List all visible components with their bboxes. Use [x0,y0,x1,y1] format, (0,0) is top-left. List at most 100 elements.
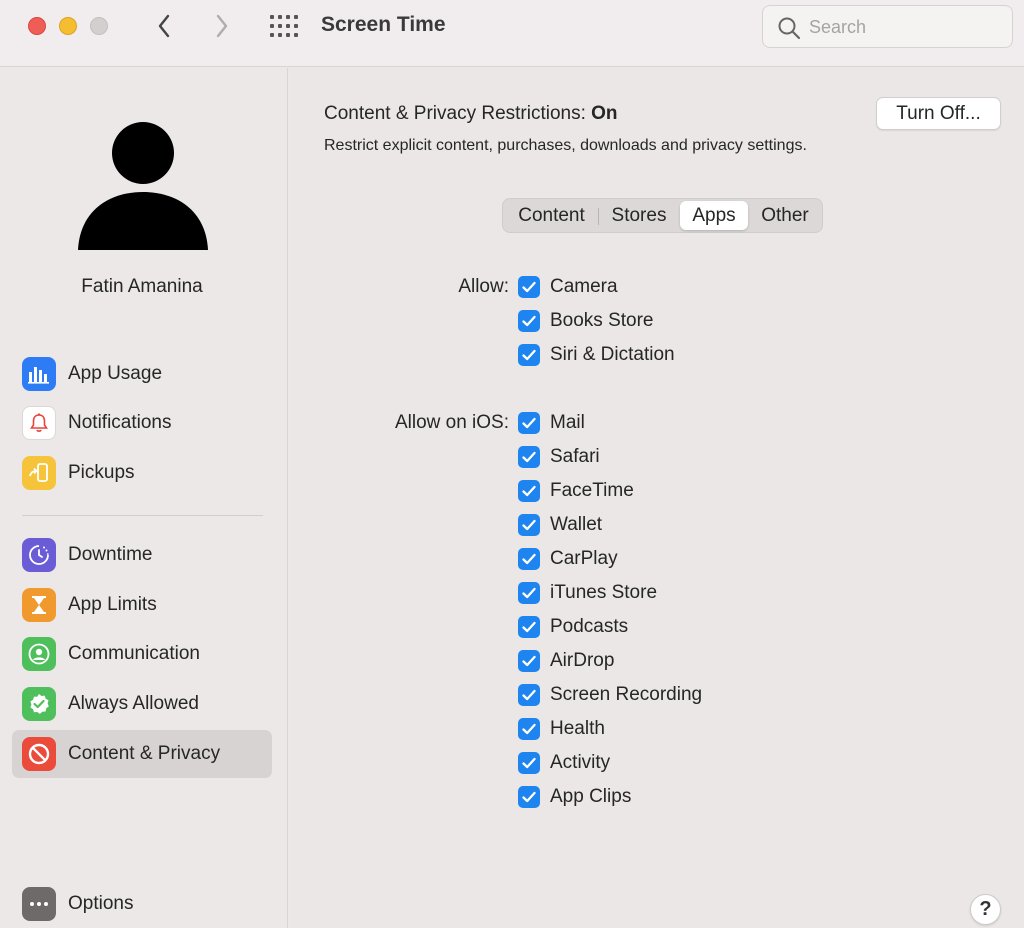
checkbox-row-facetime[interactable]: FaceTime [518,477,634,505]
checkbox-label: FaceTime [550,480,634,501]
checkbox-label: CarPlay [550,548,618,569]
checkmark-icon [522,587,536,599]
checkmark-icon [522,655,536,667]
checkmark-icon [522,791,536,803]
sidebar-item-always-allowed[interactable]: Always Allowed [12,680,272,728]
checkbox-row-camera[interactable]: Camera [518,273,618,301]
checkmark-icon [522,621,536,633]
back-button[interactable] [152,12,176,40]
checkbox-row-safari[interactable]: Safari [518,443,600,471]
checkbox[interactable] [518,344,540,366]
no-entry-icon [22,737,56,771]
checkbox-label: Mail [550,412,585,433]
checkbox[interactable] [518,446,540,468]
checkbox-label: iTunes Store [550,582,658,603]
checkbox[interactable] [518,616,540,638]
sidebar-item-downtime[interactable]: Downtime [12,531,272,579]
allow-label: Allow: [458,276,509,297]
checkbox[interactable] [518,582,540,604]
sidebar-item-pickups[interactable]: Pickups [12,449,272,497]
show-all-button[interactable] [270,15,298,37]
close-window-button[interactable] [28,17,46,35]
sidebar-item-notifications[interactable]: Notifications [12,399,272,447]
sidebar-item-app-usage[interactable]: App Usage [12,350,272,398]
sidebar: Fatin Amanina App Usage Notifications Pi… [0,68,288,928]
checkbox[interactable] [518,514,540,536]
sidebar-item-communication[interactable]: Communication [12,630,272,678]
user-name: Fatin Amanina [81,276,203,297]
sidebar-item-label: App Usage [68,363,163,384]
zoom-window-button[interactable] [90,17,108,35]
restrictions-heading: Content & Privacy Restrictions: On [324,103,618,125]
checkbox-label: App Clips [550,786,632,807]
checkbox-label: Activity [550,752,611,773]
tab-content[interactable]: Content [505,201,598,230]
checkbox-row-mail[interactable]: Mail [518,409,585,437]
checkbox[interactable] [518,650,540,672]
checkmark-icon [522,485,536,497]
checkbox[interactable] [518,684,540,706]
checkmark-icon [522,723,536,735]
restrictions-state: On [591,103,618,124]
checkmark-icon [522,315,536,327]
sidebar-item-label: Content & Privacy [68,743,221,764]
checkbox-row-app-clips[interactable]: App Clips [518,783,631,811]
tab-bar: Content Stores Apps Other [502,198,823,233]
checkbox[interactable] [518,480,540,502]
sidebar-item-label: Communication [68,643,200,664]
allow-ios-label: Allow on iOS: [394,412,509,433]
search-input[interactable] [809,14,999,40]
checkbox-row-wallet[interactable]: Wallet [518,511,602,539]
checkmark-icon [522,519,536,531]
checkbox-row-siri-and-dictation[interactable]: Siri & Dictation [518,341,675,369]
forward-button[interactable] [210,12,234,40]
checkbox[interactable] [518,548,540,570]
checkbox[interactable] [518,752,540,774]
help-button[interactable]: ? [970,894,1001,925]
checkbox-row-books-store[interactable]: Books Store [518,307,654,335]
turn-off-button[interactable]: Turn Off... [876,97,1001,130]
checkbox[interactable] [518,412,540,434]
checkbox-label: Health [550,718,605,739]
checkbox[interactable] [518,276,540,298]
sidebar-divider [22,515,263,516]
sidebar-item-label: Pickups [68,462,135,483]
tab-apps[interactable]: Apps [680,201,748,230]
phone-pickup-icon [22,456,56,490]
sidebar-item-label: Downtime [68,544,153,565]
checkbox-label: Safari [550,446,600,467]
sidebar-item-label: Notifications [68,412,172,433]
sidebar-item-label: App Limits [68,594,157,615]
checkbox-label: Podcasts [550,616,629,637]
checkbox[interactable] [518,310,540,332]
checkmark-badge-icon [22,687,56,721]
sidebar-item-content-privacy[interactable]: Content & Privacy [12,730,272,778]
person-circle-icon [22,637,56,671]
checkbox[interactable] [518,718,540,740]
checkbox-label: Wallet [550,514,603,535]
sidebar-item-app-limits[interactable]: App Limits [12,581,272,629]
tab-other[interactable]: Other [749,201,821,230]
checkbox-row-podcasts[interactable]: Podcasts [518,613,628,641]
checkbox-row-activity[interactable]: Activity [518,749,610,777]
checkmark-icon [522,281,536,293]
tab-stores[interactable]: Stores [599,201,679,230]
checkbox-label: Books Store [550,310,654,331]
hourglass-icon [22,588,56,622]
checkbox[interactable] [518,786,540,808]
bar-chart-icon [22,357,56,391]
search-field[interactable] [762,5,1013,48]
checkmark-icon [522,417,536,429]
checkbox-row-screen-recording[interactable]: Screen Recording [518,681,702,709]
restrictions-description: Restrict explicit content, purchases, do… [324,137,807,154]
minimize-window-button[interactable] [59,17,77,35]
sidebar-item-label: Always Allowed [68,693,199,714]
checkmark-icon [522,757,536,769]
sidebar-item-options[interactable]: Options [12,880,272,928]
checkbox-row-airdrop[interactable]: AirDrop [518,647,614,675]
checkbox-row-carplay[interactable]: CarPlay [518,545,618,573]
checkbox-label: AirDrop [550,650,615,671]
checkbox-row-health[interactable]: Health [518,715,605,743]
checkbox-row-itunes-store[interactable]: iTunes Store [518,579,657,607]
checkmark-icon [522,451,536,463]
